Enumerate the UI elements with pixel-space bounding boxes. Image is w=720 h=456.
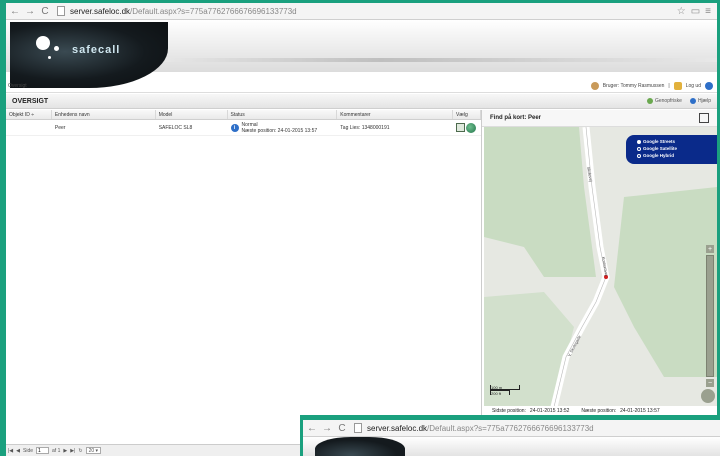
- logout-link[interactable]: Log ud: [686, 83, 701, 89]
- reload-icon[interactable]: C: [336, 422, 348, 434]
- column-header-objekt-id[interactable]: Objekt ID ÷: [6, 110, 52, 119]
- section-bar: OVERSIGT Genopfriske Hjælp: [6, 94, 717, 109]
- locate-on-map-icon[interactable]: [466, 122, 477, 133]
- zoom-out-icon[interactable]: −: [706, 379, 714, 387]
- menu-icon[interactable]: ≡: [705, 6, 711, 17]
- next-position-text: Næste position: 24-01-2015 13:57: [241, 127, 318, 134]
- cell-status: i Normal Næste position: 24-01-2015 13:5…: [228, 122, 338, 134]
- table-header: Objekt ID ÷ Enhedens navn Model Status K…: [6, 110, 481, 120]
- page-size-select[interactable]: 20 ▾: [85, 447, 102, 454]
- details-icon[interactable]: [456, 122, 466, 132]
- address-bar[interactable]: server.safeloc.dk/Default.aspx?s=775a776…: [57, 5, 677, 18]
- second-window-address-bar[interactable]: server.safeloc.dk/Default.aspx?s=775a776…: [354, 422, 720, 435]
- page-label: Side: [23, 447, 34, 454]
- column-header-status[interactable]: Status: [228, 110, 338, 119]
- page-icon: [57, 6, 65, 16]
- last-page-icon[interactable]: ▶|: [70, 448, 75, 454]
- zoom-slider[interactable]: [706, 255, 714, 377]
- device-table: Objekt ID ÷ Enhedens navn Model Status K…: [6, 110, 482, 430]
- next-position-label: Næste position:: [581, 407, 617, 414]
- bookmark-star-icon[interactable]: ☆: [677, 6, 686, 17]
- url-host: server.safeloc.dk: [367, 423, 428, 433]
- breadcrumb[interactable]: Oversigt: [8, 83, 27, 89]
- zoom-in-icon[interactable]: +: [706, 245, 714, 253]
- second-window-toolbar: ← → C server.safeloc.dk/Default.aspx?s=7…: [303, 420, 720, 437]
- url-host: server.safeloc.dk: [70, 6, 131, 16]
- help-icon: [689, 98, 696, 104]
- scale-imperial: 200 ft: [491, 391, 502, 396]
- cell-name: Peer: [54, 124, 66, 131]
- cell-select: [453, 122, 481, 133]
- radio-icon: [637, 139, 641, 144]
- map-type-satellite[interactable]: Google Satellite: [637, 145, 717, 152]
- user-bar: Oversigt Bruger: Tommy Rasmussen | Log u…: [6, 80, 717, 93]
- back-icon[interactable]: ←: [9, 5, 21, 17]
- help-button[interactable]: Hjælp: [689, 98, 711, 104]
- logo-text: safecall: [72, 44, 121, 56]
- refresh-button[interactable]: Genopfriske: [646, 98, 682, 104]
- sort-indicator: ÷: [31, 111, 34, 118]
- info-icon: i: [230, 123, 239, 132]
- map-header: Find på kort: Peer: [482, 110, 717, 127]
- last-position-value: 24-01-2015 13:52: [529, 407, 570, 414]
- safecall-logo: safecall: [10, 22, 168, 88]
- reload-grid-icon[interactable]: ↻: [78, 448, 82, 454]
- header-divider: [156, 58, 717, 62]
- refresh-label: Genopfriske: [654, 98, 682, 104]
- map-type-selector[interactable]: Google Streets Google Satellite Google H…: [626, 135, 717, 164]
- column-header-model[interactable]: Model: [156, 110, 228, 119]
- next-page-icon[interactable]: ▶: [63, 448, 67, 454]
- page-count: af 1: [52, 447, 61, 454]
- page-title: OVERSIGT: [12, 97, 49, 105]
- app-header: safecall: [6, 20, 717, 88]
- radio-icon: [637, 153, 641, 158]
- map-type-hybrid[interactable]: Google Hybrid: [637, 152, 717, 159]
- url-path: /Default.aspx?s=775a7762766676696133773d: [427, 423, 594, 433]
- prev-page-icon[interactable]: ◀: [16, 448, 20, 454]
- map-title: Find på kort: Peer: [490, 115, 542, 121]
- map-panel: Find på kort: Peer Skolevej Kornumvej V.…: [482, 110, 717, 415]
- back-icon[interactable]: ←: [306, 422, 318, 434]
- expand-icon[interactable]: [699, 113, 709, 123]
- column-header-select: Vælg: [453, 110, 481, 119]
- pager: |◀ ◀ Side af 1 ▶ ▶| ↻ 20 ▾: [6, 444, 306, 456]
- second-window-logo: [315, 437, 405, 456]
- column-header-comments[interactable]: Kommentarer: [337, 110, 454, 119]
- cast-icon[interactable]: ▭: [691, 6, 700, 17]
- map-canvas[interactable]: Skolevej Kornumvej V. Skolegade Google S…: [484, 127, 717, 407]
- reload-icon[interactable]: C: [39, 5, 51, 17]
- forward-icon[interactable]: →: [321, 422, 333, 434]
- map-footer: Sidste position: 24-01-2015 13:52 Næste …: [482, 406, 717, 415]
- logo-dot-small: [48, 56, 51, 59]
- first-page-icon[interactable]: |◀: [8, 448, 13, 454]
- map-scale: 100 m 200 ft: [490, 385, 520, 396]
- refresh-icon: [646, 98, 653, 104]
- table-row[interactable]: Peer SAFELOC SL8 i Normal Næste position…: [6, 120, 481, 136]
- cell-comment: Tag Lies: 1348000191: [340, 124, 390, 131]
- last-position-label: Sidste position:: [492, 407, 526, 414]
- second-window-header: [303, 437, 720, 456]
- user-label: Bruger: Tommy Rasmussen: [602, 83, 665, 89]
- logout-icon[interactable]: [673, 82, 682, 90]
- map-drawing: Skolevej Kornumvej V. Skolegade: [484, 127, 717, 407]
- radio-icon: [637, 146, 641, 151]
- url-path: /Default.aspx?s=775a7762766676696133773d: [130, 6, 297, 16]
- browser-toolbar: ← → C server.safeloc.dk/Default.aspx?s=7…: [6, 3, 717, 20]
- forward-icon[interactable]: →: [24, 5, 36, 17]
- logo-dot-medium: [54, 46, 59, 51]
- logo-dot-large: [36, 36, 50, 50]
- page-icon: [354, 423, 362, 433]
- scale-metric: 100 m: [491, 385, 503, 390]
- map-type-streets[interactable]: Google Streets: [637, 138, 717, 145]
- page-input[interactable]: [36, 447, 50, 454]
- settings-icon[interactable]: [705, 82, 713, 90]
- user-icon: [590, 82, 599, 90]
- pan-control-icon[interactable]: [701, 389, 715, 403]
- separator: |: [668, 83, 670, 89]
- cell-model: SAFELOC SL8: [158, 124, 193, 131]
- help-label: Hjælp: [697, 98, 711, 104]
- column-header-name[interactable]: Enhedens navn: [52, 110, 156, 119]
- next-position-value: 24-01-2015 13:57: [620, 407, 660, 414]
